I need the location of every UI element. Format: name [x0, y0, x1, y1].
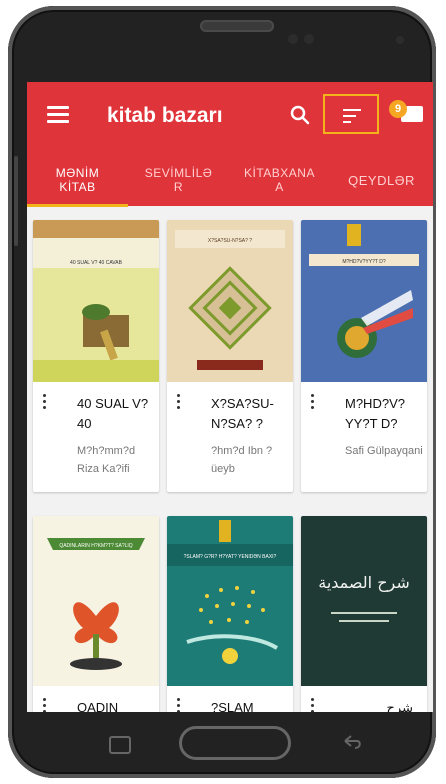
front-sensor	[304, 34, 314, 44]
more-vert-icon[interactable]	[311, 698, 315, 712]
book-author: M?h?mm?d Riza Ka?ifi	[77, 445, 136, 475]
book-info: 40 SUAL V? 40 M?h?mm?d Riza Ka?ifi	[33, 382, 159, 492]
tab-bar: MƏNİM KİTAB SEVİMLİLƏ R KİTABXANA A QEYD…	[27, 154, 433, 206]
book-card[interactable]: M?HD?V?YY?T D? M?HD?V? YY?T D? Safi Gülp…	[301, 220, 427, 492]
active-tab-indicator	[27, 204, 128, 207]
sort-icon	[343, 109, 361, 111]
book-cover[interactable]: شرح الصمدية	[301, 516, 427, 686]
more-vert-icon[interactable]	[177, 394, 181, 410]
book-author: Safi Gülpayqani	[345, 445, 423, 457]
tab-label: KİTABXANA A	[244, 166, 315, 194]
more-vert-icon[interactable]	[43, 698, 47, 712]
book-cover[interactable]: ?SLAM? G?R? H?YAT? YENIDƏN BAXI?	[167, 516, 293, 686]
recent-apps-icon[interactable]	[109, 736, 131, 754]
book-card[interactable]: QADINLARIN H?KM?T? SA?LIQ QADIN	[33, 516, 159, 712]
hamburger-menu-icon[interactable]	[47, 106, 69, 124]
book-title: M?HD?V? YY?T D?	[345, 396, 405, 431]
more-vert-icon[interactable]	[43, 394, 47, 410]
tab-label: QEYDLƏR	[348, 172, 415, 188]
app-screen: kitab bazarı 9 MƏNİM KİTAB SEVİMLİLƏ R K…	[27, 82, 433, 712]
book-cover[interactable]: QADINLARIN H?KM?T? SA?LIQ	[33, 516, 159, 686]
book-card[interactable]: ?SLAM? G?R? H?YAT? YENIDƏN BAXI? ?SLAM	[167, 516, 293, 712]
tab-label: SEVİMLİLƏ R	[144, 166, 213, 194]
book-author: ?hm?d Ibn ?üeyb	[211, 445, 273, 475]
messages-button[interactable]: 9	[389, 100, 423, 126]
book-info: شرح	[301, 686, 427, 712]
tab-favorites[interactable]: SEVİMLİLƏ R	[128, 154, 229, 206]
front-sensor	[288, 34, 298, 44]
book-info: X?SA?SU- N?SA? ? ?hm?d Ibn ?üeyb	[167, 382, 293, 492]
back-icon[interactable]	[343, 734, 363, 750]
tab-library[interactable]: KİTABXANA A	[229, 154, 330, 206]
book-card[interactable]: 40 SUAL V? 40 CAVAB 40 SUAL V? 40 M?h?mm…	[33, 220, 159, 492]
book-title: ?SLAM	[211, 700, 254, 712]
tab-my-books[interactable]: MƏNİM KİTAB	[27, 154, 128, 206]
book-title: X?SA?SU- N?SA? ?	[211, 396, 274, 431]
book-cover[interactable]: 40 SUAL V? 40 CAVAB	[33, 220, 159, 382]
more-vert-icon[interactable]	[177, 698, 181, 712]
phone-nav-bar	[27, 712, 433, 778]
book-title: شرح	[386, 700, 413, 712]
app-title: kitab bazarı	[107, 104, 223, 127]
book-title: 40 SUAL V? 40	[77, 396, 149, 431]
cover-caption: شرح الصمدية	[318, 573, 410, 593]
home-button[interactable]	[179, 726, 291, 760]
book-cover[interactable]: M?HD?V?YY?T D?	[301, 220, 427, 382]
cover-caption: M?HD?V?YY?T D?	[342, 259, 385, 265]
phone-side-button	[14, 156, 18, 246]
book-card[interactable]: شرح الصمدية شرح	[301, 516, 427, 712]
book-info: ?SLAM	[167, 686, 293, 712]
cover-caption: X?SA?SU-N?SA? ?	[208, 238, 252, 244]
cover-caption: 40 SUAL V? 40 CAVAB	[70, 260, 123, 266]
cover-caption: ?SLAM? G?R? H?YAT? YENIDƏN BAXI?	[184, 554, 277, 560]
cover-caption: QADINLARIN H?KM?T? SA?LIQ	[59, 543, 132, 549]
notification-badge: 9	[389, 100, 407, 118]
book-card[interactable]: X?SA?SU-N?SA? ? X?SA?SU- N?SA? ? ?hm?d I…	[167, 220, 293, 492]
earpiece-speaker	[200, 20, 274, 32]
tab-notes[interactable]: QEYDLƏR	[330, 154, 433, 206]
app-bar: kitab bazarı 9	[27, 82, 433, 154]
book-cover[interactable]: X?SA?SU-N?SA? ?	[167, 220, 293, 382]
search-icon[interactable]	[289, 104, 311, 126]
book-title: QADIN	[77, 700, 119, 712]
book-info: QADIN	[33, 686, 159, 712]
book-info: M?HD?V? YY?T D? Safi Gülpayqani	[301, 382, 427, 492]
sort-button[interactable]	[323, 94, 379, 134]
front-camera	[396, 36, 404, 44]
tab-label: MƏNİM KİTAB	[55, 166, 100, 194]
more-vert-icon[interactable]	[311, 394, 315, 410]
